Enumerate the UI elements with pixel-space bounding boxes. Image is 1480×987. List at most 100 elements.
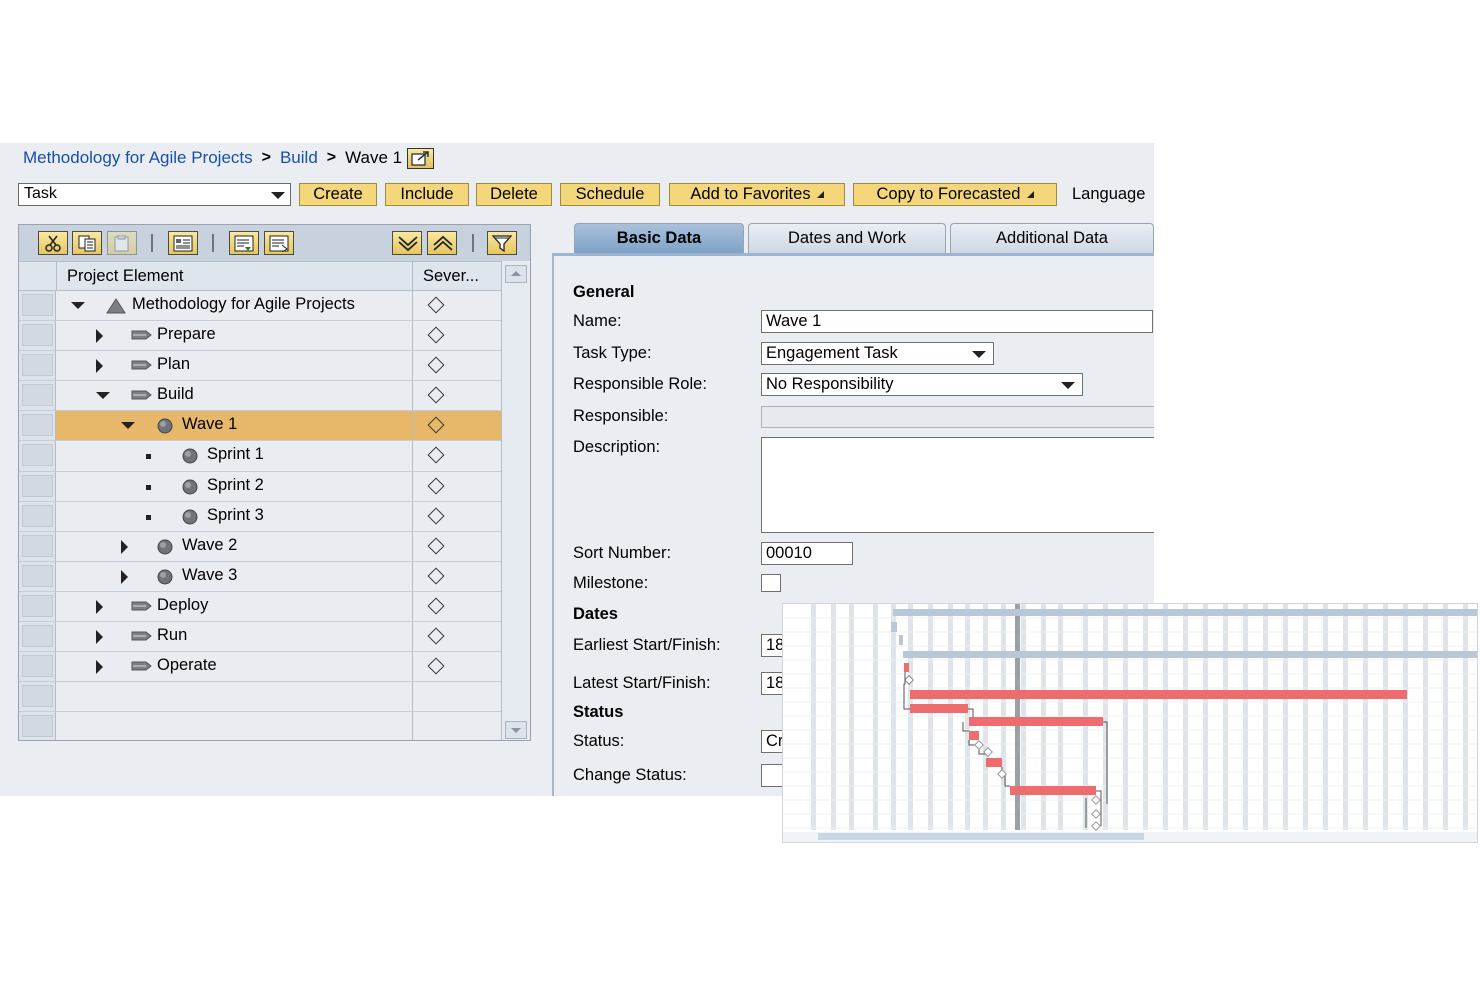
row-select-button[interactable] bbox=[22, 685, 53, 708]
task-type-select[interactable]: Engagement Task bbox=[761, 342, 994, 365]
row-selector[interactable] bbox=[19, 591, 56, 622]
description-textarea[interactable] bbox=[761, 437, 1154, 533]
row-selector[interactable] bbox=[19, 441, 56, 471]
tree-row[interactable]: Wave 3 bbox=[19, 561, 501, 592]
tree-row-label[interactable]: Sprint 3 bbox=[207, 506, 264, 525]
row-select-button[interactable] bbox=[22, 655, 53, 678]
tree-scrollbar[interactable] bbox=[501, 261, 530, 740]
row-select-button[interactable] bbox=[22, 594, 53, 617]
tree-row[interactable]: Wave 1 bbox=[19, 411, 501, 442]
row-select-button[interactable] bbox=[22, 534, 53, 557]
tree-row[interactable]: Plan bbox=[19, 351, 501, 382]
row-select-button[interactable] bbox=[22, 294, 53, 316]
delete-button[interactable]: Delete bbox=[476, 183, 552, 206]
tab-basic-data[interactable]: Basic Data bbox=[574, 223, 744, 253]
row-select-button[interactable] bbox=[22, 715, 53, 738]
row-selector[interactable] bbox=[19, 712, 56, 740]
expand-arrow-icon[interactable] bbox=[96, 660, 103, 675]
row-selector[interactable] bbox=[19, 501, 56, 531]
tree-row-label[interactable]: Sprint 2 bbox=[207, 476, 264, 495]
tab-additional-data[interactable]: Additional Data bbox=[950, 223, 1154, 253]
expand-arrow-icon[interactable] bbox=[96, 630, 103, 645]
row-select-button[interactable] bbox=[22, 625, 53, 648]
milestone-checkbox[interactable] bbox=[761, 574, 781, 592]
responsible-input[interactable] bbox=[761, 406, 1154, 428]
sort-number-input[interactable]: 00010 bbox=[761, 542, 853, 565]
tree-row-label[interactable]: Methodology for Agile Projects bbox=[132, 295, 355, 314]
expand-arrow-icon[interactable] bbox=[121, 539, 128, 554]
expand-all-icon[interactable] bbox=[392, 231, 422, 255]
tree-row[interactable]: Wave 2 bbox=[19, 531, 501, 562]
element-type-select[interactable]: Task bbox=[18, 183, 291, 206]
row-selector[interactable] bbox=[19, 291, 56, 321]
expand-arrow-icon[interactable] bbox=[96, 599, 103, 614]
row-selector[interactable] bbox=[19, 622, 56, 652]
scroll-up-icon[interactable] bbox=[505, 265, 527, 283]
tree-row-label[interactable]: Wave 2 bbox=[182, 536, 237, 555]
row-selector[interactable] bbox=[19, 351, 56, 381]
row-selector[interactable] bbox=[19, 321, 56, 351]
row-selector[interactable] bbox=[19, 381, 56, 411]
name-input[interactable]: Wave 1 bbox=[761, 310, 1153, 333]
tree-row-label[interactable]: Prepare bbox=[157, 325, 216, 344]
row-select-button[interactable] bbox=[22, 414, 53, 437]
row-selector[interactable] bbox=[19, 652, 56, 682]
collapse-arrow-icon[interactable] bbox=[71, 302, 85, 309]
row-select-button[interactable] bbox=[22, 444, 53, 467]
row-select-button[interactable] bbox=[22, 474, 53, 497]
collapse-arrow-icon[interactable] bbox=[121, 422, 135, 430]
tree-row-label[interactable]: Plan bbox=[157, 355, 190, 374]
paste-icon[interactable] bbox=[107, 231, 137, 255]
create-button[interactable]: Create bbox=[299, 183, 377, 206]
tree-row-label[interactable]: Wave 3 bbox=[182, 566, 237, 585]
row-selector[interactable] bbox=[19, 682, 56, 712]
scroll-down-icon[interactable] bbox=[505, 721, 527, 739]
details-icon[interactable] bbox=[168, 231, 198, 255]
tree-row-label[interactable]: Wave 1 bbox=[182, 415, 237, 434]
collapse-all-icon[interactable] bbox=[427, 231, 457, 255]
breadcrumb-link-methodology[interactable]: Methodology for Agile Projects bbox=[23, 148, 253, 168]
row-select-button[interactable] bbox=[22, 504, 53, 527]
open-in-new-window-icon[interactable] bbox=[407, 147, 435, 169]
tree-row[interactable]: Operate bbox=[19, 652, 501, 683]
copy-icon[interactable] bbox=[72, 231, 102, 255]
tree-row[interactable]: Deploy bbox=[19, 591, 501, 623]
schedule-button[interactable]: Schedule bbox=[560, 183, 660, 206]
include-button[interactable]: Include bbox=[385, 183, 469, 206]
copy-to-forecasted-button[interactable]: Copy to Forecasted bbox=[853, 183, 1057, 206]
tree-row-label[interactable]: Sprint 1 bbox=[207, 445, 264, 464]
responsible-role-select[interactable]: No Responsibility bbox=[761, 373, 1083, 396]
cut-icon[interactable] bbox=[38, 231, 68, 255]
filter-icon[interactable] bbox=[487, 231, 517, 255]
row-selector[interactable] bbox=[19, 471, 56, 501]
row-selector[interactable] bbox=[19, 531, 56, 561]
add-to-favorites-button[interactable]: Add to Favorites bbox=[669, 183, 845, 206]
tree-row-label[interactable]: Deploy bbox=[157, 596, 208, 615]
row-select-button[interactable] bbox=[22, 324, 53, 347]
tree-row[interactable]: Methodology for Agile Projects bbox=[19, 291, 501, 322]
tree-row[interactable]: Sprint 2 bbox=[19, 471, 501, 502]
insert-icon[interactable] bbox=[229, 231, 259, 255]
tree-row-label[interactable]: Run bbox=[157, 626, 187, 645]
insert-below-icon[interactable] bbox=[264, 231, 294, 255]
tree-row[interactable]: Build bbox=[19, 381, 501, 412]
tree-row-label[interactable]: Build bbox=[157, 385, 194, 404]
expand-arrow-icon[interactable] bbox=[96, 329, 103, 344]
breadcrumb-link-build[interactable]: Build bbox=[280, 148, 318, 168]
tree-row[interactable]: Run bbox=[19, 622, 501, 653]
gantt-chart-overlay[interactable] bbox=[782, 603, 1478, 843]
tab-dates-and-work[interactable]: Dates and Work bbox=[748, 223, 946, 253]
row-select-button[interactable] bbox=[22, 564, 53, 587]
row-selector[interactable] bbox=[19, 561, 56, 591]
row-select-button[interactable] bbox=[22, 354, 53, 377]
expand-arrow-icon[interactable] bbox=[121, 569, 128, 584]
tree-row[interactable]: Sprint 3 bbox=[19, 501, 501, 532]
tree-row[interactable]: Sprint 1 bbox=[19, 441, 501, 472]
tree-row[interactable]: Prepare bbox=[19, 321, 501, 352]
expand-arrow-icon[interactable] bbox=[96, 359, 103, 374]
collapse-arrow-icon[interactable] bbox=[96, 392, 110, 400]
row-select-button[interactable] bbox=[22, 384, 53, 407]
tree-row-label[interactable]: Operate bbox=[157, 656, 217, 675]
row-selector[interactable] bbox=[19, 411, 56, 441]
column-project-element[interactable]: Project Element bbox=[67, 267, 183, 286]
